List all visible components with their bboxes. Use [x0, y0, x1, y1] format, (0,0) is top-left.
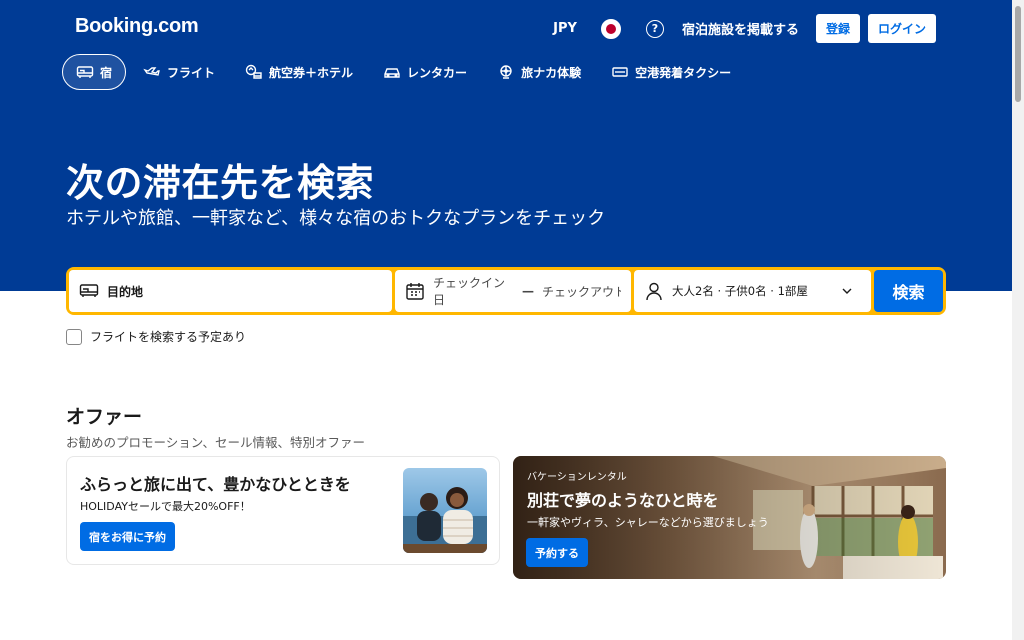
- book-stays-button[interactable]: 宿をお得に予約: [80, 522, 175, 551]
- nav-item-flights[interactable]: フライト: [130, 54, 228, 90]
- guests-field[interactable]: 大人2名 · 子供0名 · 1部屋: [634, 270, 871, 312]
- destination-field[interactable]: 目的地: [69, 270, 392, 312]
- japan-flag-icon[interactable]: [600, 18, 621, 39]
- nav-item-airport-taxi[interactable]: 空港発着タクシー: [598, 54, 744, 90]
- destination-input[interactable]: 目的地: [107, 283, 143, 300]
- offer-card-holiday-sale[interactable]: ふらっと旅に出て、豊かなひとときを HOLIDAYセールで最大20%OFF！ 宿…: [66, 456, 500, 565]
- search-bar: 目的地 チェックイン日 — チェックアウト日 大人2名 · 子供0名 · 1部屋…: [66, 267, 946, 315]
- list-property-link[interactable]: 宿泊施設を掲載する: [682, 19, 799, 38]
- header-actions: JPY ? 宿泊施設を掲載する 登録 ログイン: [553, 14, 936, 43]
- search-button[interactable]: 検索: [874, 270, 943, 312]
- date-separator: —: [521, 284, 534, 298]
- plane-icon: [143, 67, 160, 76]
- checkout-date[interactable]: チェックアウト日: [542, 283, 621, 300]
- scrollbar-thumb[interactable]: [1015, 6, 1021, 102]
- nav-item-car-rental[interactable]: レンタカー: [370, 54, 480, 90]
- offer-card-title: 別荘で夢のようなひと時を: [527, 491, 719, 510]
- nav-item-label: 宿: [100, 65, 113, 80]
- nav-item-label: 旅ナカ体験: [521, 65, 582, 80]
- product-nav: 宿 フライト 航空券＋ホテル レンタカー 旅ナカ体験 空港発着タクシー: [62, 54, 748, 90]
- nav-item-label: レンタカー: [407, 65, 468, 80]
- question-circle-icon[interactable]: ?: [645, 19, 664, 38]
- currency-selector[interactable]: JPY: [553, 21, 577, 36]
- nav-item-label: 航空券＋ホテル: [269, 65, 354, 80]
- flight-search-option[interactable]: フライトを検索する予定あり: [66, 328, 246, 345]
- login-button[interactable]: ログイン: [867, 14, 936, 43]
- scrollbar[interactable]: [1012, 0, 1024, 640]
- nav-item-label: 空港発着タクシー: [635, 65, 732, 80]
- offer-card-subtitle: 一軒家やヴィラ、シャレーなどから選びましょう: [527, 516, 769, 529]
- calendar-icon: [406, 283, 424, 300]
- booking-logo[interactable]: Booking.com: [75, 15, 199, 38]
- register-button[interactable]: 登録: [815, 14, 860, 43]
- offers-title: オファー: [66, 406, 143, 428]
- book-now-button[interactable]: 予約する: [526, 538, 588, 567]
- offer-card-vacation-rentals[interactable]: バケーションレンタル 別荘で夢のようなひと時を 一軒家やヴィラ、シャレーなどから…: [513, 456, 946, 579]
- nav-item-stays[interactable]: 宿: [62, 54, 127, 90]
- nav-item-label: フライト: [167, 65, 216, 80]
- page-title: 次の滞在先を検索: [66, 161, 375, 205]
- flight-checkbox-label: フライトを検索する予定あり: [90, 330, 247, 344]
- offer-card-overline: バケーションレンタル: [527, 472, 627, 483]
- nav-item-flight-hotel[interactable]: 航空券＋ホテル: [232, 54, 366, 90]
- offers-subtitle: お勧めのプロモーション、セール情報、特別オファー: [66, 435, 366, 450]
- hero-banner: [0, 0, 1012, 291]
- plane-bed-icon: [245, 64, 262, 79]
- person-icon: [646, 282, 662, 301]
- date-picker-field[interactable]: チェックイン日 — チェックアウト日: [395, 270, 631, 312]
- taxi-icon: [612, 67, 628, 77]
- attractions-icon: [500, 65, 512, 79]
- guests-summary: 大人2名 · 子供0名 · 1部屋: [644, 281, 808, 301]
- bed-icon: [76, 66, 94, 78]
- offer-card-subtitle: HOLIDAYセールで最大20%OFF！: [80, 500, 251, 513]
- car-icon: [384, 68, 400, 78]
- page-subtitle: ホテルや旅館、一軒家など、様々な宿のおトクなプランをチェック: [66, 208, 606, 229]
- guests-value: 大人2名 · 子供0名 · 1部屋: [672, 284, 808, 298]
- bed-icon: [79, 284, 99, 297]
- nav-item-attractions[interactable]: 旅ナカ体験: [484, 54, 594, 90]
- couple-photo: [403, 468, 487, 553]
- checkin-date[interactable]: チェックイン日: [433, 274, 514, 308]
- flight-checkbox[interactable]: [66, 328, 82, 345]
- offer-card-title: ふらっと旅に出て、豊かなひとときを: [80, 475, 351, 494]
- chevron-down-icon: [842, 288, 852, 294]
